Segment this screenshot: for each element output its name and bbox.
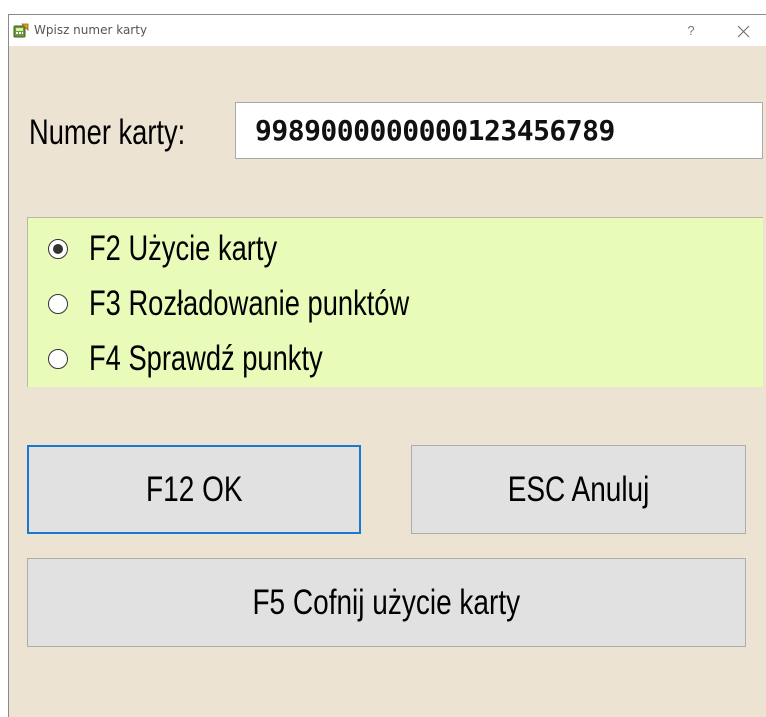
undo-card-use-button[interactable]: F5 Cofnij użycie karty (27, 558, 746, 647)
close-icon[interactable] (731, 20, 755, 42)
radio-label-check-points: F4 Sprawdź punkty (89, 339, 323, 378)
radio-button[interactable] (48, 349, 68, 369)
radio-option-check-points[interactable]: F4 Sprawdź punkty (48, 334, 389, 384)
card-number-input[interactable] (235, 102, 763, 159)
cancel-button[interactable]: ESC Anuluj (411, 445, 746, 534)
ok-button[interactable]: F12 OK (27, 445, 361, 534)
radio-button-checked[interactable] (48, 239, 68, 259)
cancel-button-label: ESC Anuluj (507, 469, 650, 509)
title-bar[interactable]: Wpisz numer karty ? (9, 15, 766, 46)
radio-option-use-card[interactable]: F2 Użycie karty (48, 224, 330, 274)
window-title: Wpisz numer karty (34, 23, 148, 37)
radio-label-use-card: F2 Użycie karty (89, 229, 278, 268)
dialog-window: Wpisz numer karty ? Numer karty: F2 Użyc… (8, 14, 766, 717)
card-number-label: Numer karty: (29, 113, 186, 152)
radio-option-unload-points[interactable]: F3 Rozładowanie punktów (48, 279, 500, 329)
radio-button[interactable] (48, 294, 68, 314)
ok-button-label: F12 OK (145, 469, 243, 509)
calculator-app-icon (13, 23, 29, 38)
mode-radio-group: F2 Użycie karty F3 Rozładowanie punktów … (27, 217, 763, 387)
undo-card-use-button-label: F5 Cofnij użycie karty (252, 582, 521, 622)
help-button[interactable]: ? (681, 21, 701, 41)
radio-label-unload-points: F3 Rozładowanie punktów (89, 284, 410, 323)
